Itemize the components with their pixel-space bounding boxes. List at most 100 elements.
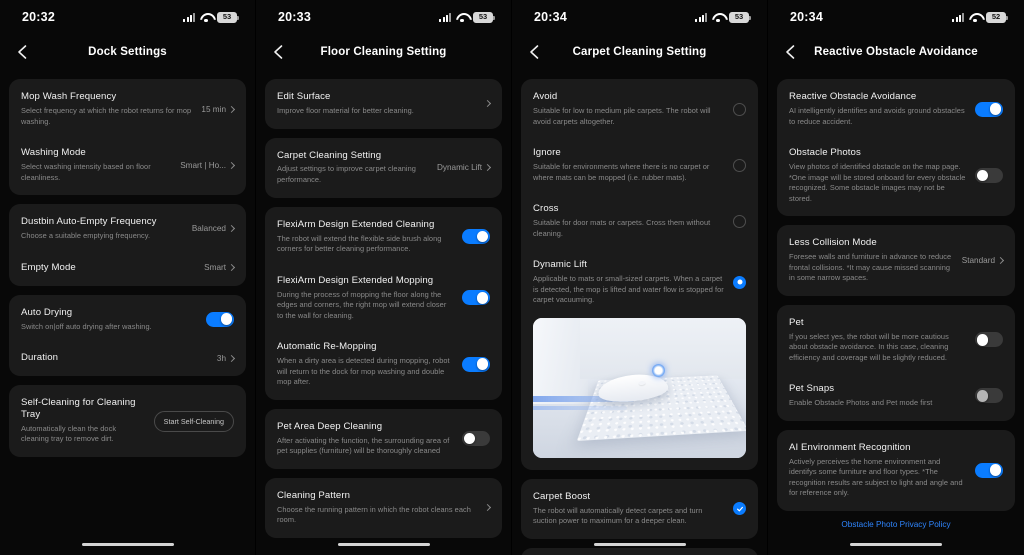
toggle-switch-on[interactable] — [975, 462, 1003, 478]
settings-row[interactable]: FlexiArm Design Extended Cleaning The rob… — [265, 209, 502, 265]
settings-row[interactable]: Automatic Re-Mopping When a dirty area is… — [265, 331, 502, 398]
row-value-chevron[interactable] — [483, 100, 492, 108]
settings-row[interactable]: Cleaning Pattern Choose the running patte… — [265, 480, 502, 536]
settings-row[interactable]: Ignore Suitable for environments where th… — [521, 137, 758, 193]
row-subtitle: Switch on|off auto drying after washing. — [21, 321, 152, 331]
settings-row[interactable]: AI Environment Recognition Actively perce… — [777, 432, 1015, 509]
settings-row[interactable]: Less Collision Mode Foresee walls and fur… — [777, 227, 1015, 294]
row-value: 3h — [216, 353, 226, 363]
page-title: Reactive Obstacle Avoidance — [814, 46, 978, 58]
toggle-switch-on[interactable] — [206, 311, 234, 327]
back-chevron-icon[interactable] — [266, 40, 290, 64]
radio-button-unselected[interactable] — [733, 102, 746, 116]
row-value: Smart — [204, 263, 226, 273]
row-subtitle: Actively perceives the home environment … — [789, 456, 963, 498]
wifi-icon — [712, 13, 724, 22]
row-text: Less Collision Mode Foresee walls and fur… — [789, 237, 962, 284]
settings-row[interactable]: Dustbin Auto-Empty Frequency Choose a sui… — [9, 206, 246, 252]
row-title: Obstacle Photos — [789, 147, 861, 159]
radio-button-unselected[interactable] — [733, 214, 746, 228]
toggle-switch-off[interactable] — [975, 168, 1003, 184]
settings-row[interactable]: Auto Drying Switch on|off auto drying aft… — [9, 297, 246, 343]
row-title: Pet Snaps — [789, 383, 835, 395]
home-indicator[interactable] — [337, 542, 430, 546]
toggle-switch-off[interactable] — [975, 332, 1003, 348]
settings-list: Avoid Suitable for low to medium pile car… — [512, 70, 767, 555]
settings-card: Self-Cleaning for Cleaning Tray Automatic… — [9, 385, 246, 457]
row-value-chevron[interactable]: Balanced — [192, 224, 236, 233]
row-text: Carpet Boost The robot will automatically… — [533, 491, 733, 527]
cellular-signal-icon — [695, 12, 707, 22]
row-subtitle: Adjust settings to improve carpet cleani… — [277, 164, 416, 184]
settings-row[interactable]: Pet Area Deep Cleaning After activating t… — [265, 411, 502, 467]
home-indicator[interactable] — [850, 542, 942, 546]
settings-row[interactable]: Empty Mode Smart — [9, 252, 246, 284]
back-chevron-icon[interactable] — [522, 40, 546, 64]
status-bar: 20:34 53 — [512, 0, 767, 34]
row-text: FlexiArm Design Extended Mopping During t… — [277, 275, 462, 322]
toggle-switch-on[interactable] — [462, 229, 490, 245]
row-value-chevron[interactable]: Smart | Ho... — [180, 161, 236, 170]
row-value-chevron[interactable]: Standard — [962, 256, 1005, 265]
settings-row[interactable]: Carpet Boost The robot will automatically… — [521, 481, 758, 537]
settings-card: Deep Carpet CleaningAfter Room Cleaning,… — [521, 547, 758, 555]
toggle-switch-on[interactable] — [462, 356, 490, 372]
row-value-chevron[interactable]: Dynamic Lift — [437, 163, 492, 172]
row-title: Self-Cleaning for Cleaning Tray — [21, 397, 136, 420]
settings-row[interactable]: Cross Suitable for door mats or carpets. … — [521, 193, 758, 249]
settings-row[interactable]: Avoid Suitable for low to medium pile car… — [521, 81, 758, 137]
row-title: Ignore — [533, 147, 561, 159]
privacy-policy-link[interactable]: Obstacle Photo Privacy Policy — [777, 520, 1015, 529]
settings-row[interactable]: Mop Wash Frequency Select frequency at wh… — [9, 81, 246, 137]
settings-row[interactable]: Dynamic Lift Applicable to mats or small-… — [521, 249, 758, 316]
toggle-switch-off[interactable] — [462, 431, 490, 447]
battery-icon: 53 — [217, 11, 239, 23]
toggle-switch-disabled[interactable] — [975, 388, 1003, 404]
toggle-switch-on[interactable] — [462, 290, 490, 306]
row-value-chevron[interactable]: 3h — [216, 353, 236, 363]
settings-card: Cleaning Pattern Choose the running patte… — [265, 477, 502, 538]
home-indicator[interactable] — [593, 542, 686, 546]
settings-row[interactable]: Self-Cleaning for Cleaning Tray Automatic… — [9, 387, 246, 455]
row-title: Edit Surface — [277, 91, 331, 102]
cellular-signal-icon — [183, 12, 195, 22]
battery-level: 53 — [222, 12, 232, 22]
row-subtitle: Automatically clean the dock cleaning tr… — [21, 423, 117, 444]
settings-row[interactable]: Washing Mode Select washing intensity bas… — [9, 137, 246, 193]
settings-row[interactable]: Reactive Obstacle Avoidance AI intelligen… — [777, 81, 1015, 137]
back-chevron-icon[interactable] — [10, 40, 34, 64]
status-bar: 20:33 53 — [256, 0, 511, 34]
radio-button-unselected[interactable] — [733, 158, 746, 172]
back-chevron-icon[interactable] — [778, 40, 802, 64]
chevron-right-icon — [227, 161, 236, 169]
row-title: Cleaning Pattern — [277, 489, 351, 501]
status-icons: 52 — [952, 11, 1008, 23]
settings-row[interactable]: Pet If you select yes, the robot will be … — [777, 307, 1015, 374]
checkmark-icon[interactable] — [733, 502, 746, 516]
settings-row[interactable]: Pet Snaps Enable Obstacle Photos and Pet … — [777, 373, 1015, 419]
row-subtitle: The robot will automatically detect carp… — [533, 505, 703, 526]
row-value-chevron[interactable]: 15 min — [201, 105, 236, 114]
row-subtitle: Choose the running pattern in which the … — [277, 504, 471, 525]
row-value-chevron[interactable]: Smart — [204, 263, 236, 273]
start-self-cleaning-button[interactable]: Start Self-Cleaning — [153, 410, 234, 432]
row-text: Pet If you select yes, the robot will be … — [789, 317, 975, 364]
settings-row[interactable]: Edit Surface Improve floor material for b… — [265, 81, 502, 127]
settings-row[interactable]: Duration 3h — [9, 342, 246, 374]
settings-card: Reactive Obstacle Avoidance AI intelligen… — [777, 79, 1015, 217]
radio-button-selected[interactable] — [733, 275, 746, 289]
settings-row[interactable]: Carpet Cleaning Setting Adjust settings t… — [265, 140, 502, 196]
battery-icon: 52 — [986, 11, 1008, 23]
row-title: Pet — [789, 316, 804, 328]
toggle-switch-on[interactable] — [975, 101, 1003, 117]
row-subtitle: Select frequency at which the robot retu… — [21, 105, 192, 126]
home-indicator[interactable] — [81, 542, 174, 546]
settings-row[interactable]: FlexiArm Design Extended Mopping During t… — [265, 265, 502, 332]
settings-row[interactable]: Deep Carpet CleaningAfter Room Cleaning,… — [521, 550, 758, 555]
row-title: Auto Drying — [21, 306, 73, 318]
settings-row[interactable]: Obstacle Photos View photos of identified… — [777, 137, 1015, 214]
battery-level: 52 — [991, 12, 1001, 22]
chevron-right-icon — [227, 225, 236, 233]
row-value-chevron[interactable] — [483, 504, 492, 512]
page-title: Carpet Cleaning Setting — [572, 46, 707, 58]
